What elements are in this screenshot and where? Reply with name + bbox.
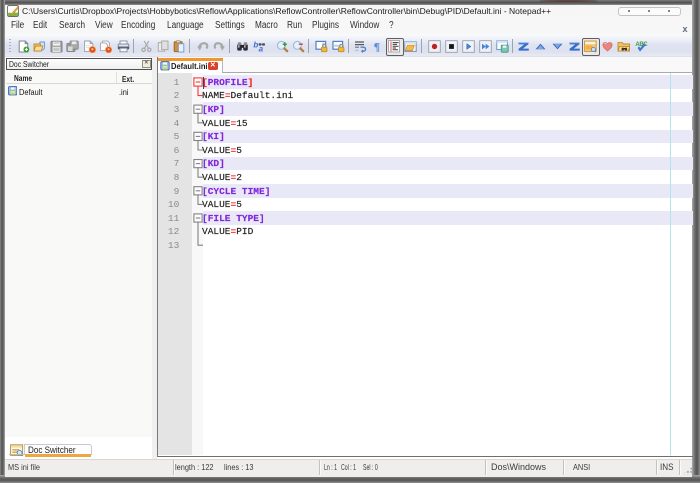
svg-text:¶: ¶ — [373, 40, 379, 53]
svg-text:a: a — [258, 44, 263, 52]
